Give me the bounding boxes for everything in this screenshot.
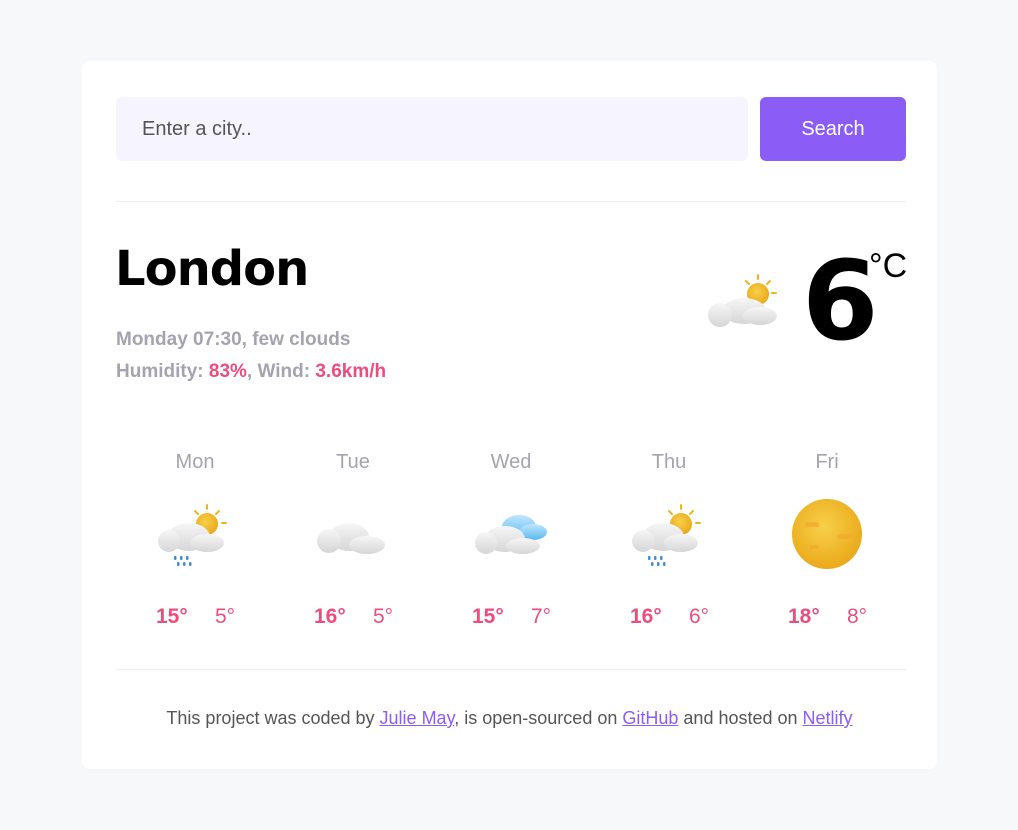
weather-card: Search London Monday 07:30, few clouds H… [82,61,937,769]
divider [116,201,906,202]
forecast-row: Mon 15° 5° Tue 16° 5° Wed 15° 7° Thu 16°… [116,449,906,639]
humidity-value: 83% [208,361,247,382]
wind-label: Wind: [257,361,311,382]
cloud-icon [317,523,385,554]
forecast-day: Fri 18° 8° [748,449,906,639]
current-datetime: Monday 07:30 [116,329,242,350]
forecast-day-name: Mon [175,451,215,473]
city-name: London [115,241,309,297]
footer-text: This project was coded by [166,708,375,728]
forecast-day-name: Tue [336,451,370,473]
search-button[interactable]: Search [760,97,906,161]
forecast-max-temp: 16° [630,605,662,628]
forecast-min-temp: 7° [531,605,552,628]
clouds-icon [475,515,547,554]
footer-text: , is open-sourced on [454,708,618,728]
forecast-day: Tue 16° 5° [274,449,432,639]
weather-description: few clouds [252,329,351,350]
forecast-day: Mon 15° 5° [116,449,274,639]
forecast-max-temp: 15° [472,605,504,628]
forecast-min-temp: 5° [215,605,236,628]
search-input[interactable] [116,97,748,161]
humidity-label: Humidity: [116,361,204,382]
forecast-min-temp: 5° [373,605,394,628]
forecast-day: Thu 16° 6° [590,449,748,639]
sun-behind-cloud-icon [708,274,777,327]
footer-text: and hosted on [683,708,798,728]
wind-value: 3.6km/h [315,361,387,382]
sun-cloud-rain-icon [632,504,701,566]
netlify-link[interactable]: Netlify [803,708,853,728]
forecast-day: Wed 15° 7° [432,449,590,639]
divider [116,669,906,670]
sun-cloud-rain-icon [158,504,227,566]
footer: This project was coded by Julie May, is … [82,708,937,729]
sun-icon [792,499,862,569]
forecast-day-name: Thu [651,451,687,473]
author-link[interactable]: Julie May [380,708,455,728]
forecast-max-temp: 18° [788,605,820,628]
forecast-day-name: Wed [490,451,532,473]
current-temperature: 6 [802,237,879,365]
forecast-min-temp: 6° [689,605,710,628]
forecast-max-temp: 15° [156,605,188,628]
forecast-day-name: Fri [815,451,839,473]
temperature-unit: °C [869,247,908,285]
forecast-max-temp: 16° [314,605,346,628]
date-description: Monday 07:30, few clouds [116,329,351,350]
humidity-wind: Humidity: 83%, Wind: 3.6km/h [116,361,387,382]
github-link[interactable]: GitHub [622,708,678,728]
forecast-min-temp: 8° [847,605,868,628]
